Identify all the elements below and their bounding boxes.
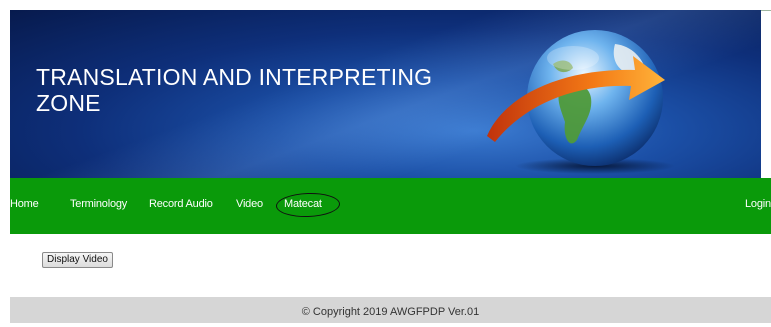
- display-video-button[interactable]: Display Video: [42, 252, 113, 268]
- nav-item-record-audio[interactable]: Record Audio: [149, 198, 213, 210]
- main-content: Display Video: [10, 234, 771, 297]
- site-title: TRANSLATION AND INTERPRETING ZONE: [36, 64, 433, 116]
- page-footer: © Copyright 2019 AWGFPDP Ver.01: [10, 297, 771, 323]
- nav-item-login[interactable]: Login: [745, 198, 771, 210]
- nav-item-home[interactable]: Home: [10, 198, 39, 210]
- site-banner: TRANSLATION AND INTERPRETING ZONE: [10, 10, 761, 178]
- main-navigation: Home Terminology Record Audio Video Mate…: [10, 178, 771, 234]
- nav-item-terminology[interactable]: Terminology: [70, 198, 127, 210]
- hand-drawn-circle-annotation: [275, 191, 341, 219]
- globe-arrow-icon: [465, 24, 695, 174]
- nav-item-video[interactable]: Video: [236, 198, 263, 210]
- copyright-text: © Copyright 2019 AWGFPDP Ver.01: [301, 306, 480, 318]
